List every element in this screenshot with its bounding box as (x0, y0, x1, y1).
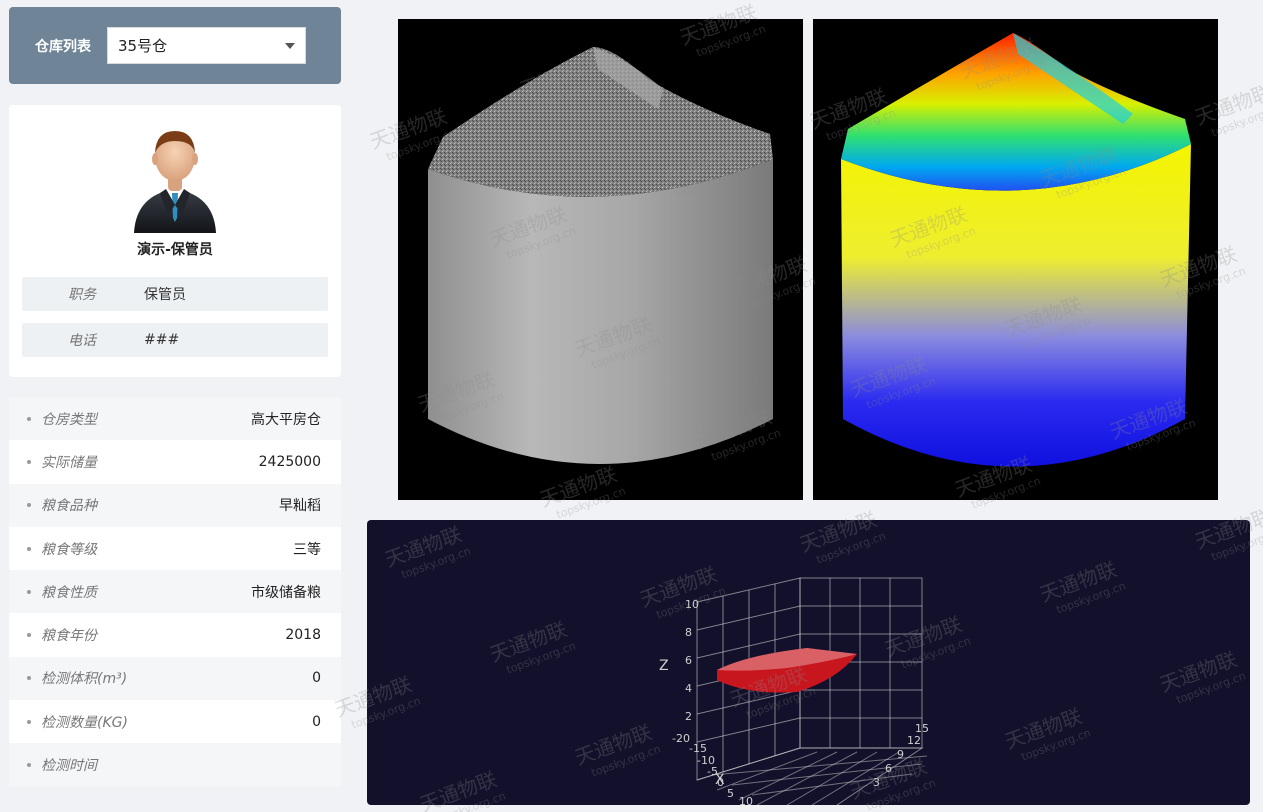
avatar (130, 123, 220, 233)
z-tick: 6 (685, 654, 692, 667)
detail-value: 市级储备粮 (251, 584, 321, 601)
detail-value: 2425000 (258, 453, 321, 470)
y-tick: 9 (897, 748, 904, 761)
detail-value: 三等 (293, 541, 321, 558)
z-tick: -20 (672, 732, 690, 745)
info-label: 电话 (68, 333, 96, 349)
list-item: 粮食品种 早籼稻 (9, 483, 341, 527)
warehouse-detail-list: 仓房类型 高大平房仓 实际储量 2425000 粮食品种 早籼稻 粮食等级 三等… (9, 397, 341, 787)
info-row-phone: 电话 ### (22, 323, 328, 357)
detail-value: 2018 (285, 627, 321, 644)
detail-label: 检测体积(m³) (27, 668, 127, 688)
grain-scan-heatmap-view[interactable] (813, 19, 1218, 500)
z-tick: 4 (685, 682, 692, 695)
detail-value: 早籼稻 (279, 498, 321, 515)
detail-label: 实际储量 (27, 452, 97, 472)
z-tick: 10 (685, 598, 699, 611)
keeper-name: 演示-保管员 (137, 242, 213, 258)
detail-label: 粮食品种 (27, 495, 97, 515)
warehouse-list-label: 仓库列表 (35, 38, 91, 55)
keeper-profile-card: 演示-保管员 职务 保管员 电话 ### (9, 105, 341, 377)
list-item: 检测数量(KG) 0 (9, 700, 341, 743)
warehouse-select-value: 35号仓 (118, 37, 168, 55)
z-tick: 8 (685, 626, 692, 639)
info-value: 保管员 (144, 287, 186, 303)
warehouse-select[interactable]: 35号仓 (107, 27, 306, 64)
x-axis-label: X (715, 772, 725, 788)
z-axis-label: Z (659, 658, 669, 674)
left-column: 仓库列表 35号仓 演示-保管员 职务 保管员 电话 ### 仓房类型 高大平房… (9, 7, 341, 787)
warehouse-selector-bar: 仓库列表 35号仓 (9, 7, 341, 84)
list-item: 粮食性质 市级储备粮 (9, 570, 341, 614)
detail-label: 检测时间 (27, 755, 97, 775)
list-item: 检测体积(m³) 0 (9, 656, 341, 701)
y-tick: 3 (873, 776, 880, 789)
list-item: 粮食年份 2018 (9, 613, 341, 656)
y-tick: 12 (907, 734, 921, 747)
chevron-down-icon[interactable] (285, 42, 295, 49)
detail-label: 粮食等级 (27, 539, 97, 559)
list-item: 仓房类型 高大平房仓 (9, 397, 341, 441)
x-tick: 5 (727, 787, 734, 800)
list-item: 检测时间 (9, 743, 341, 787)
detail-value: 高大平房仓 (251, 411, 321, 428)
detail-label: 仓房类型 (27, 409, 97, 429)
surface-3d-chart[interactable]: 10 8 6 4 2 -20 Z -15 -10 -5 0 5 10 X 15 … (367, 520, 1250, 805)
info-row-position: 职务 保管员 (22, 277, 328, 311)
grain-scan-gray-view[interactable] (398, 19, 803, 500)
detail-value: 0 (312, 713, 321, 730)
y-tick: 6 (885, 762, 892, 775)
detail-label: 粮食年份 (27, 625, 97, 645)
info-value: ### (144, 332, 180, 348)
list-item: 粮食等级 三等 (9, 527, 341, 570)
detail-value: 0 (312, 670, 321, 687)
detail-label: 检测数量(KG) (27, 712, 128, 732)
x-tick: 10 (739, 795, 753, 805)
info-label: 职务 (68, 287, 96, 303)
z-tick: 2 (685, 710, 692, 723)
list-item: 实际储量 2425000 (9, 440, 341, 483)
detail-label: 粮食性质 (27, 582, 97, 602)
